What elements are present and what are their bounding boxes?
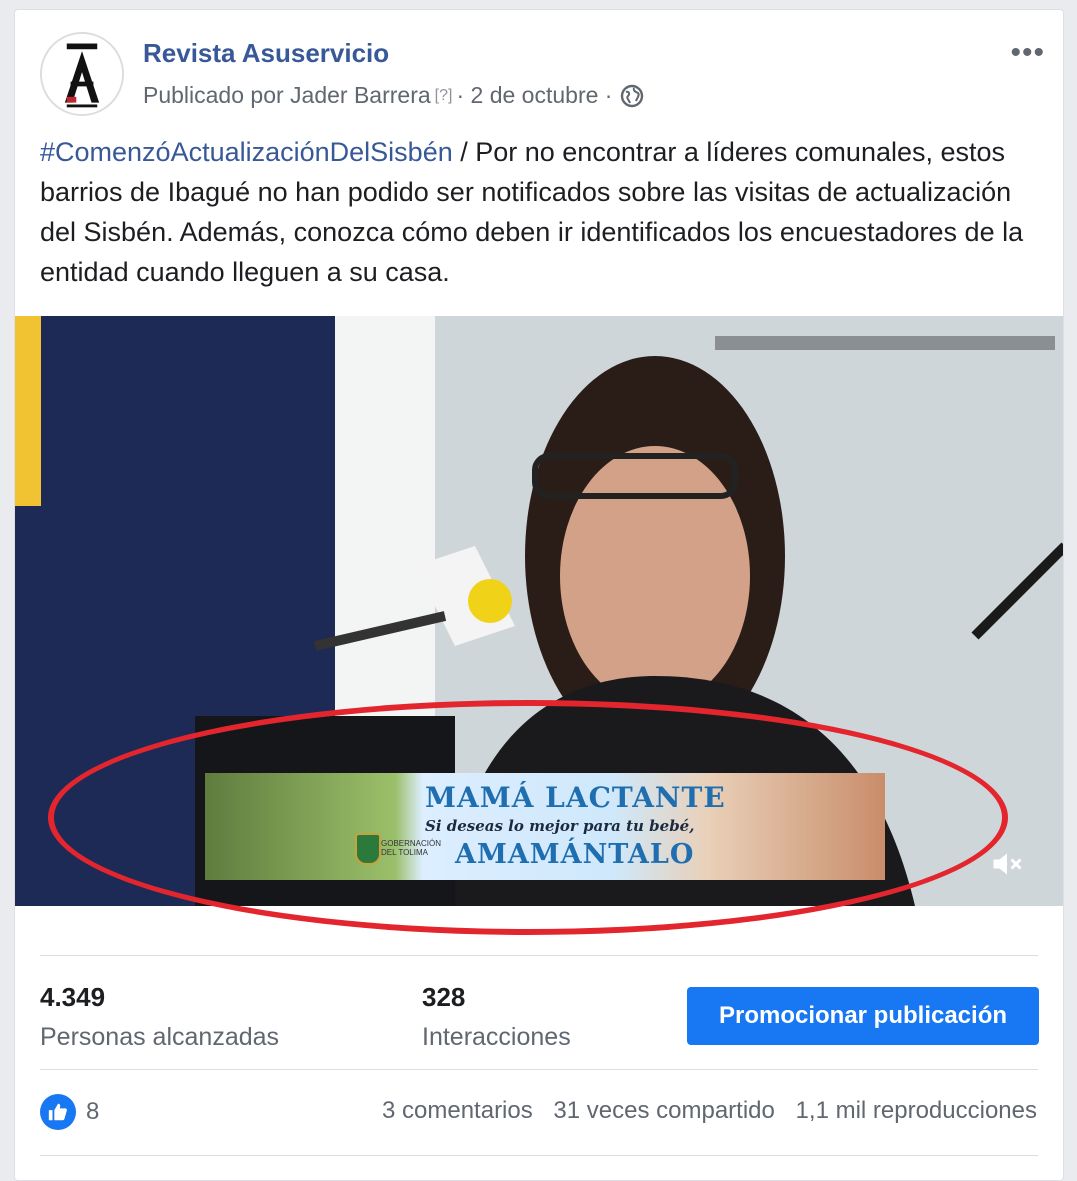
page-logo (42, 34, 122, 114)
promote-post-button[interactable]: Promocionar publicación (687, 987, 1039, 1045)
globe-icon[interactable] (620, 84, 644, 108)
comments-count[interactable]: 3 comentarios (382, 1097, 533, 1124)
divider (40, 1069, 1038, 1070)
more-options-icon[interactable]: ••• (1010, 36, 1045, 70)
interactions-value: 328 (422, 982, 466, 1012)
banner-subtitle: Si deseas lo mejor para tu bebé, (425, 817, 695, 835)
published-by[interactable]: Publicado por Jader Barrera (143, 82, 431, 109)
ad-banner: MAMÁ LACTANTE Si deseas lo mejor para tu… (205, 773, 885, 880)
reach-stat: 4.349 Personas alcanzadas (40, 982, 279, 1052)
views-count[interactable]: 1,1 mil reproducciones (796, 1097, 1037, 1124)
banner-cta: AMAMÁNTALO (455, 839, 695, 870)
help-marker[interactable]: [?] (435, 87, 453, 105)
action-bar (40, 1174, 1038, 1180)
interactions-label: Interacciones (422, 1023, 571, 1051)
post-text: #ComenzóActualizaciónDelSisbén / Por no … (40, 132, 1040, 292)
post-meta: Publicado por Jader Barrera [?] · 2 de o… (143, 82, 644, 109)
like-icon (40, 1094, 76, 1130)
shares-count[interactable]: 31 veces compartido (553, 1097, 774, 1124)
post-card: Revista Asuservicio Publicado por Jader … (14, 9, 1064, 1181)
reactions-summary[interactable]: 8 (40, 1094, 99, 1130)
reach-value: 4.349 (40, 982, 106, 1012)
banner-org: GOBERNACIÓN DEL TOLIMA (381, 839, 442, 857)
post-date[interactable]: · 2 de octubre · (456, 82, 612, 109)
interactions-stat: 328 Interacciones (422, 982, 571, 1052)
banner-title: MAMÁ LACTANTE (425, 781, 726, 814)
crest-icon (355, 833, 381, 865)
video-player[interactable]: MAMÁ LACTANTE Si deseas lo mejor para tu… (15, 316, 1063, 906)
hashtag-link[interactable]: #ComenzóActualizaciónDelSisbén (40, 137, 453, 167)
divider (40, 955, 1038, 956)
engagement-counts: 3 comentarios 31 veces compartido 1,1 mi… (368, 1097, 1037, 1125)
muted-speaker-icon[interactable] (989, 846, 1025, 890)
page-name[interactable]: Revista Asuservicio (143, 38, 389, 69)
reach-label: Personas alcanzadas (40, 1023, 280, 1051)
likes-count: 8 (86, 1098, 100, 1125)
page-avatar[interactable] (40, 32, 124, 116)
divider (40, 1155, 1038, 1156)
